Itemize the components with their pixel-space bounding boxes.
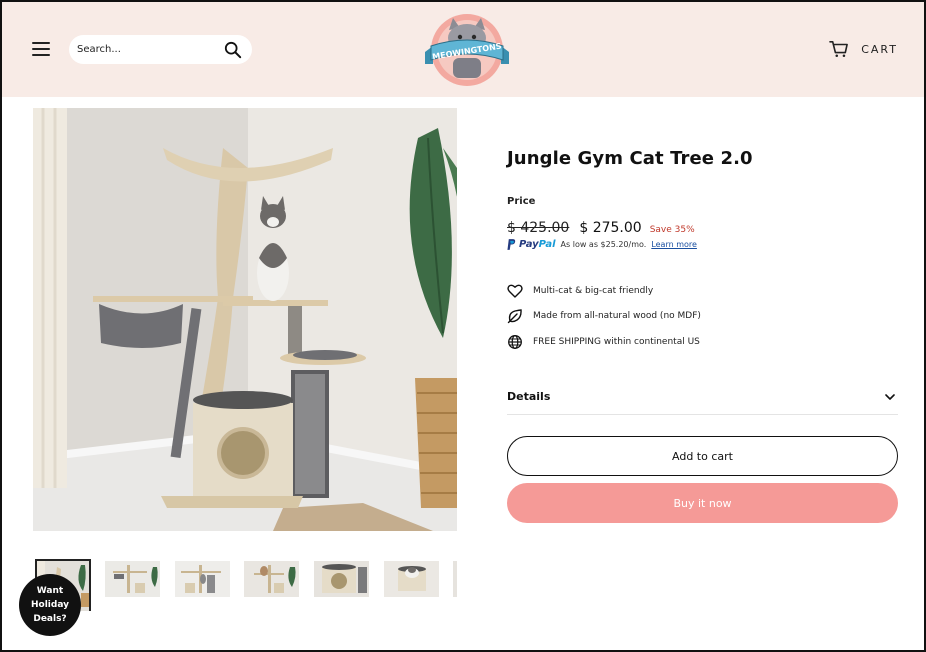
thumbnail-strip bbox=[35, 559, 457, 611]
price-row: $ 425.00 $ 275.00 Save 35% bbox=[507, 220, 695, 236]
deals-line-1: Want bbox=[36, 586, 64, 596]
feature-item: Made from all-natural wood (no MDF) bbox=[507, 309, 701, 324]
price-label: Price bbox=[507, 196, 536, 207]
paypal-text: As low as $25.20/mo. bbox=[560, 240, 647, 249]
site-header: MEOWINGTONS CART bbox=[2, 2, 924, 97]
thumbnail-5[interactable] bbox=[314, 561, 369, 597]
paypal-icon bbox=[507, 239, 516, 250]
search-bar[interactable] bbox=[69, 35, 252, 64]
cart-button[interactable]: CART bbox=[829, 40, 898, 58]
search-input[interactable] bbox=[77, 44, 217, 55]
leaf-icon bbox=[507, 309, 522, 324]
product-main-image[interactable] bbox=[33, 108, 457, 531]
feature-item: FREE SHIPPING within continental US bbox=[507, 334, 701, 349]
search-icon[interactable] bbox=[224, 41, 242, 59]
thumbnail-4[interactable] bbox=[244, 561, 299, 597]
page-frame: MEOWINGTONS CART bbox=[0, 0, 926, 652]
save-badge: Save 35% bbox=[649, 225, 695, 235]
holiday-deals-badge[interactable]: Want Holiday Deals? bbox=[19, 574, 81, 636]
deals-line-3: Deals? bbox=[33, 614, 67, 624]
meowingtons-logo[interactable]: MEOWINGTONS bbox=[423, 12, 511, 88]
sale-price: $ 275.00 bbox=[579, 220, 642, 236]
feature-list: Multi-cat & big-cat friendly Made from a… bbox=[507, 283, 701, 360]
paypal-brand-pay: Pay bbox=[519, 239, 539, 250]
details-accordion[interactable]: Details bbox=[507, 379, 898, 415]
cart-label: CART bbox=[861, 42, 898, 56]
paypal-financing: Pay Pal As low as $25.20/mo. Learn more bbox=[507, 239, 697, 250]
deals-line-2: Holiday bbox=[31, 600, 69, 610]
feature-item: Multi-cat & big-cat friendly bbox=[507, 283, 701, 298]
details-label: Details bbox=[507, 390, 551, 403]
globe-icon bbox=[508, 334, 522, 349]
learn-more-link[interactable]: Learn more bbox=[651, 240, 697, 249]
heart-icon bbox=[507, 284, 523, 298]
thumbnail-3[interactable] bbox=[175, 561, 230, 597]
menu-icon[interactable] bbox=[32, 42, 50, 56]
thumbnail-7[interactable] bbox=[453, 561, 457, 597]
feature-text: Made from all-natural wood (no MDF) bbox=[533, 311, 701, 321]
paypal-logo: Pay Pal bbox=[507, 239, 556, 250]
buy-now-button[interactable]: Buy it now bbox=[507, 483, 898, 523]
thumbnail-2[interactable] bbox=[105, 561, 160, 597]
paypal-brand-pal: Pal bbox=[538, 239, 556, 250]
old-price: $ 425.00 bbox=[507, 220, 570, 236]
add-to-cart-button[interactable]: Add to cart bbox=[507, 436, 898, 476]
thumbnail-6[interactable] bbox=[384, 561, 439, 597]
feature-text: Multi-cat & big-cat friendly bbox=[533, 285, 654, 296]
chevron-down-icon bbox=[885, 393, 895, 400]
feature-text: FREE SHIPPING within continental US bbox=[533, 336, 700, 347]
product-title: Jungle Gym Cat Tree 2.0 bbox=[507, 148, 753, 169]
cart-icon bbox=[829, 40, 849, 58]
cat-tree-photo bbox=[33, 108, 457, 531]
